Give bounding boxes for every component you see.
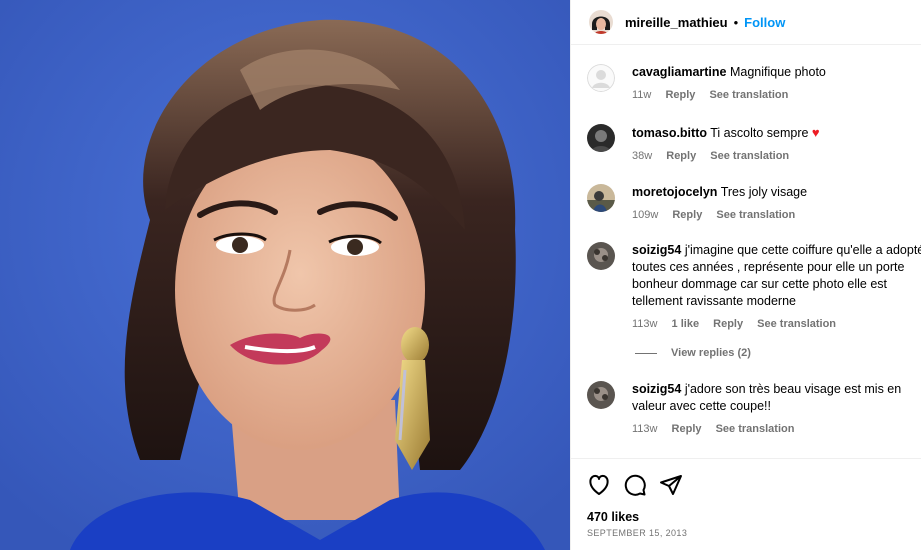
like-heart-icon[interactable] (587, 473, 611, 497)
reply-button[interactable]: Reply (666, 150, 696, 162)
comment-item: moretojocelyn Tres joly visage 109w Repl… (587, 184, 921, 224)
view-replies-button[interactable]: View replies (2) (635, 347, 751, 359)
user-photo-avatar[interactable] (587, 184, 615, 212)
comment-text: Tres joly visage (720, 185, 808, 199)
post-photo[interactable] (0, 0, 570, 550)
see-translation-button[interactable]: See translation (709, 89, 788, 101)
author-username[interactable]: mireille_mathieu (625, 15, 728, 30)
user-photo-avatar[interactable] (587, 381, 615, 409)
comment-username[interactable]: soizig54 (632, 243, 681, 257)
comment-item: tomaso.bitto Ti ascolto sempre ♥ 38w Rep… (587, 124, 921, 165)
replies-divider-line (635, 352, 657, 354)
reply-button[interactable]: Reply (713, 318, 743, 330)
comments-list[interactable]: cavagliamartine Magnifique photo 11w Rep… (571, 45, 921, 458)
post-date[interactable]: SEPTEMBER 15, 2013 (587, 528, 687, 538)
see-translation-button[interactable]: See translation (716, 209, 795, 221)
author-avatar[interactable] (589, 10, 613, 34)
user-photo-avatar[interactable] (587, 124, 615, 152)
separator-dot: • (733, 14, 739, 30)
see-translation-button[interactable]: See translation (757, 318, 836, 330)
see-translation-button[interactable]: See translation (710, 150, 789, 162)
likes-count[interactable]: 470 likes (587, 510, 639, 524)
post-actions: 470 likes SEPTEMBER 15, 2013 (571, 458, 921, 550)
comment-username[interactable]: tomaso.bitto (632, 126, 707, 140)
comment-time[interactable]: 109w (632, 209, 658, 221)
comment-text: Magnifique photo (729, 65, 826, 79)
share-paper-plane-icon[interactable] (659, 473, 683, 497)
comment-username[interactable]: cavagliamartine (632, 65, 727, 79)
post-panel: mireille_mathieu • Follow cavagliamartin… (570, 0, 921, 550)
see-translation-button[interactable]: See translation (716, 423, 795, 435)
comment-time[interactable]: 113w (632, 318, 657, 330)
comment-time[interactable]: 113w (632, 423, 657, 435)
comment-time[interactable]: 11w (632, 89, 651, 101)
follow-button[interactable]: Follow (744, 15, 785, 30)
reply-button[interactable]: Reply (665, 89, 695, 101)
comment-time[interactable]: 38w (632, 150, 652, 162)
post-header: mireille_mathieu • Follow (571, 0, 921, 45)
reply-button[interactable]: Reply (672, 209, 702, 221)
default-avatar-icon[interactable] (587, 64, 615, 92)
comment-username[interactable]: moretojocelyn (632, 185, 717, 199)
portrait-image (0, 0, 570, 550)
view-replies-label: View replies (2) (671, 347, 751, 359)
heart-emoji-icon: ♥ (811, 125, 820, 140)
comment-item: cavagliamartine Magnifique photo 11w Rep… (587, 64, 921, 104)
comment-username[interactable]: soizig54 (632, 382, 681, 396)
comment-like-count[interactable]: 1 like (672, 318, 700, 330)
comment-bubble-icon[interactable] (623, 473, 647, 497)
reply-button[interactable]: Reply (672, 423, 702, 435)
comment-item: soizig54 j'imagine que cette coiffure qu… (587, 242, 921, 333)
comment-item: soizig54 j'adore son très beau visage es… (587, 381, 921, 438)
comment-text: Ti ascolto sempre (710, 126, 809, 140)
user-photo-avatar[interactable] (587, 242, 615, 270)
